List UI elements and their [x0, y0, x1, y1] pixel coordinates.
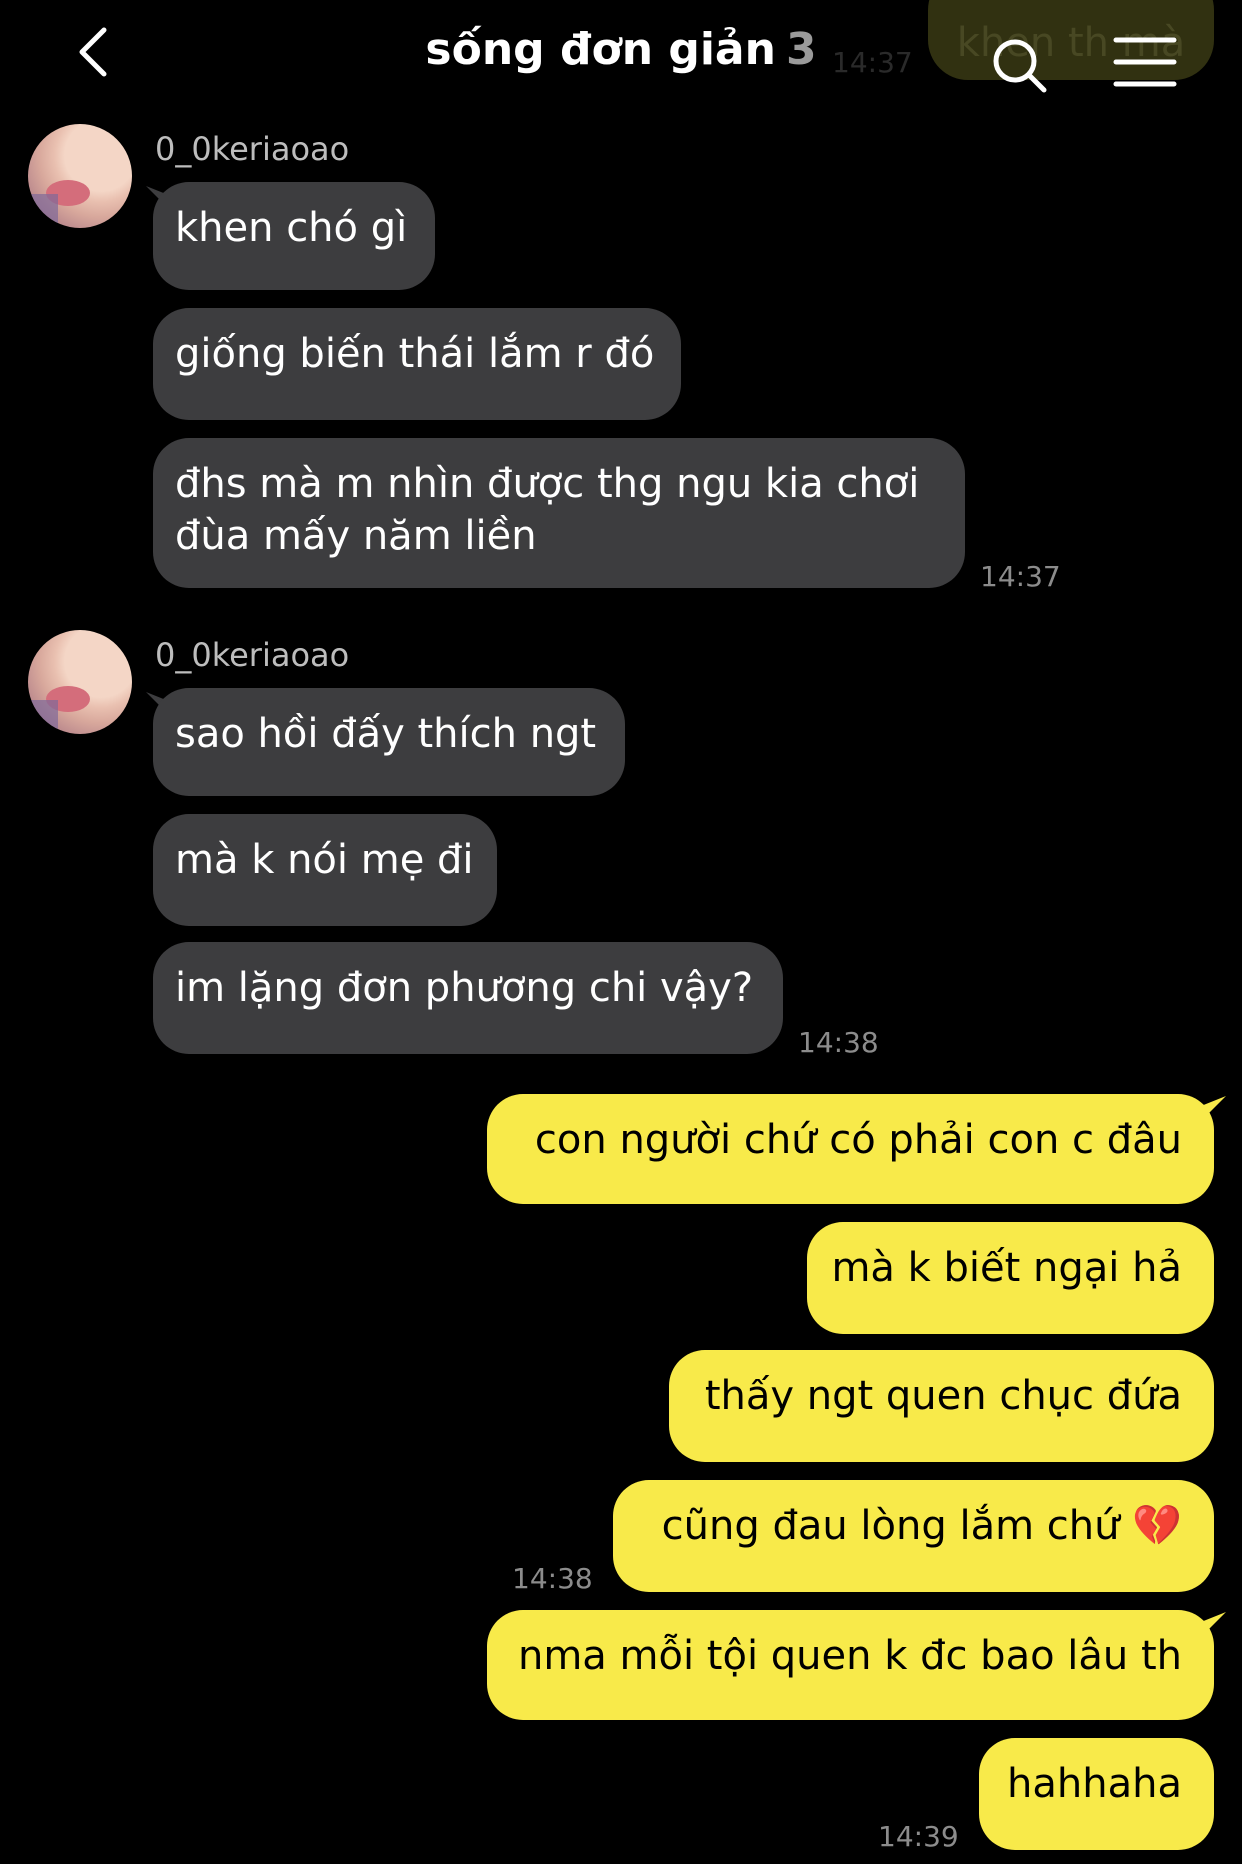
chat-title: sống đơn giản 3 — [0, 24, 1242, 75]
search-icon[interactable] — [990, 36, 1050, 96]
menu-icon[interactable] — [1112, 34, 1178, 90]
message-line: đùa mấy năm liền — [175, 513, 537, 559]
chat-name: sống đơn giản — [425, 24, 776, 75]
message-bubble[interactable]: đhs mà m nhìn được thg ngu kia chơi đùa … — [153, 438, 965, 588]
message-line: đhs mà m nhìn được thg ngu kia chơi — [175, 461, 920, 507]
message-bubble[interactable]: thấy ngt quen chục đứa — [669, 1350, 1214, 1462]
avatar[interactable] — [28, 630, 132, 734]
message-bubble[interactable]: im lặng đơn phương chi vậy? — [153, 942, 783, 1054]
message-bubble[interactable]: nma mỗi tội quen k đc bao lâu th — [487, 1610, 1214, 1720]
message-bubble[interactable]: hahhaha — [979, 1738, 1214, 1850]
message-time: 14:37 — [980, 560, 1061, 593]
message-bubble[interactable]: mà k biết ngại hả — [807, 1222, 1214, 1334]
top-bar: khen th mà 14:37 sống đơn giản 3 — [0, 0, 1242, 110]
sender-username: 0_0keriaoao — [155, 130, 350, 168]
message-time: 14:38 — [798, 1026, 879, 1059]
message-time: 14:39 — [878, 1820, 959, 1853]
message-bubble[interactable]: mà k nói mẹ đi — [153, 814, 497, 926]
message-bubble[interactable]: cũng đau lòng lắm chứ 💔 — [613, 1480, 1214, 1592]
avatar[interactable] — [28, 124, 132, 228]
member-count: 3 — [785, 24, 817, 75]
message-bubble[interactable]: sao hồi đấy thích ngt — [153, 688, 625, 796]
message-time: 14:38 — [512, 1562, 593, 1595]
message-bubble[interactable]: giống biến thái lắm r đó — [153, 308, 681, 420]
message-bubble[interactable]: con người chứ có phải con c đâu — [487, 1094, 1214, 1204]
message-bubble[interactable]: khen chó gì — [153, 182, 435, 290]
sender-username: 0_0keriaoao — [155, 636, 350, 674]
